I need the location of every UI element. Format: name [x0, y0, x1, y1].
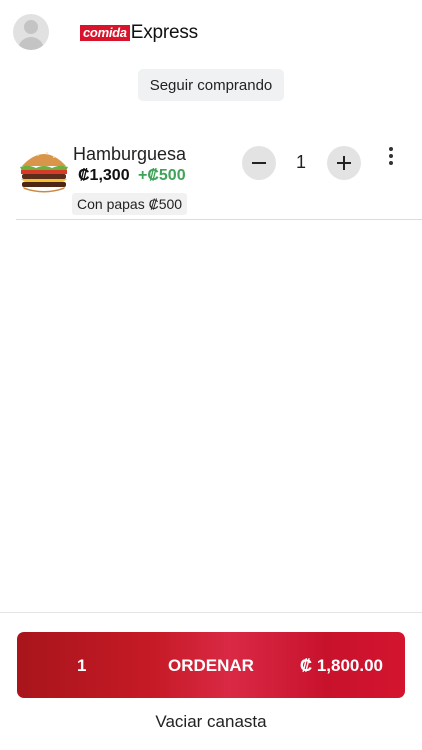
empty-basket-link[interactable]: Vaciar canasta — [0, 712, 422, 732]
increase-quantity-button[interactable] — [327, 146, 361, 180]
avatar[interactable] — [13, 14, 49, 50]
dot — [389, 147, 393, 151]
logo-primary: comida — [80, 25, 130, 41]
item-price: ₡1,300 — [78, 167, 130, 184]
decrease-quantity-button[interactable] — [242, 146, 276, 180]
quantity-value: 1 — [295, 152, 306, 172]
minus-icon — [252, 162, 266, 164]
dot — [389, 161, 393, 165]
item-option-badge: Con papas ₡500 — [72, 193, 188, 215]
order-button[interactable]: 1 ORDENAR ₡ 1,800.00 — [17, 632, 405, 698]
dot — [389, 154, 393, 158]
item-extra-price: +₡500 — [138, 167, 186, 184]
item-divider — [16, 219, 422, 220]
item-name: Hamburguesa — [73, 144, 187, 164]
logo-secondary: Express — [130, 22, 198, 43]
avatar-body-shape — [18, 37, 44, 50]
plus-icon — [337, 156, 351, 170]
avatar-head-shape — [24, 20, 38, 34]
footer-divider — [0, 612, 422, 613]
continue-shopping-button[interactable]: Seguir comprando — [138, 69, 284, 101]
cart-item: Hamburguesa ₡1,300 +₡500 Con papas ₡500 … — [0, 140, 422, 220]
app-logo: comida Express — [80, 22, 198, 44]
item-more-options-button[interactable] — [384, 146, 398, 166]
order-total: ₡ 1,800.00 — [299, 656, 383, 675]
burger-image — [20, 152, 68, 193]
